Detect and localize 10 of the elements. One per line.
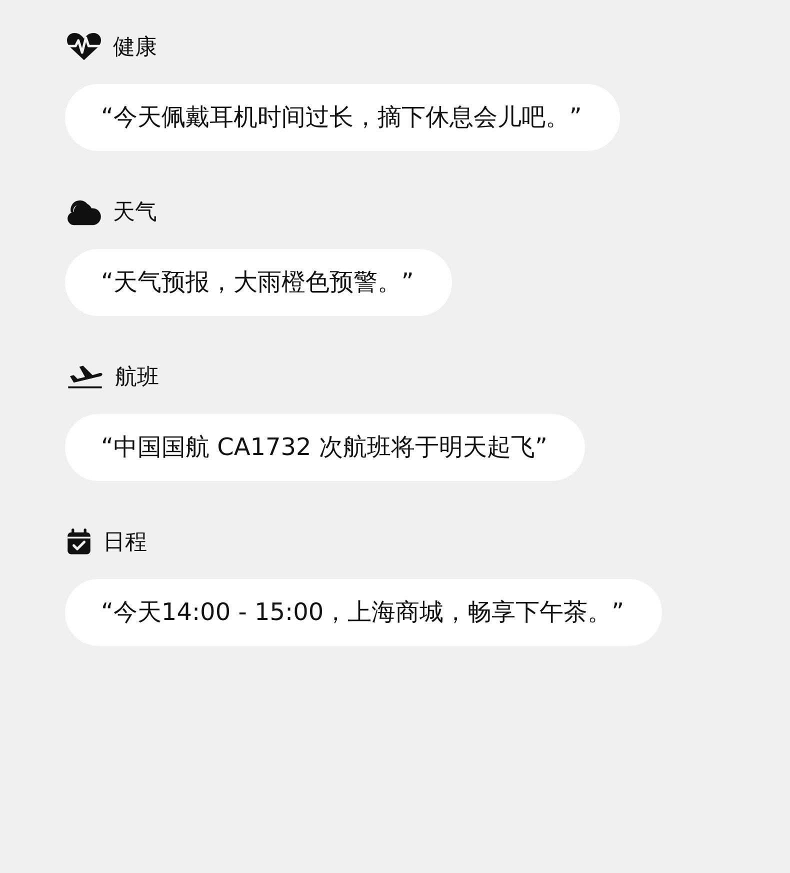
section-title: 天气 — [113, 199, 157, 227]
section-title: 健康 — [113, 34, 157, 62]
section-title: 日程 — [103, 529, 147, 557]
heart-pulse-icon — [65, 32, 103, 62]
section-title: 航班 — [115, 364, 159, 392]
quote-bubble: “中国国航 CA1732 次航班将于明天起飞” — [65, 414, 586, 481]
calendar-check-icon — [65, 528, 93, 556]
quote-bubble: “今天14:00 - 15:00，上海商城，畅享下午茶。” — [65, 579, 662, 646]
quote-bubble: “今天佩戴耳机时间过长，摘下休息会儿吧。” — [65, 84, 620, 151]
quote-bubble: “天气预报，大雨橙色预警。” — [65, 249, 452, 316]
